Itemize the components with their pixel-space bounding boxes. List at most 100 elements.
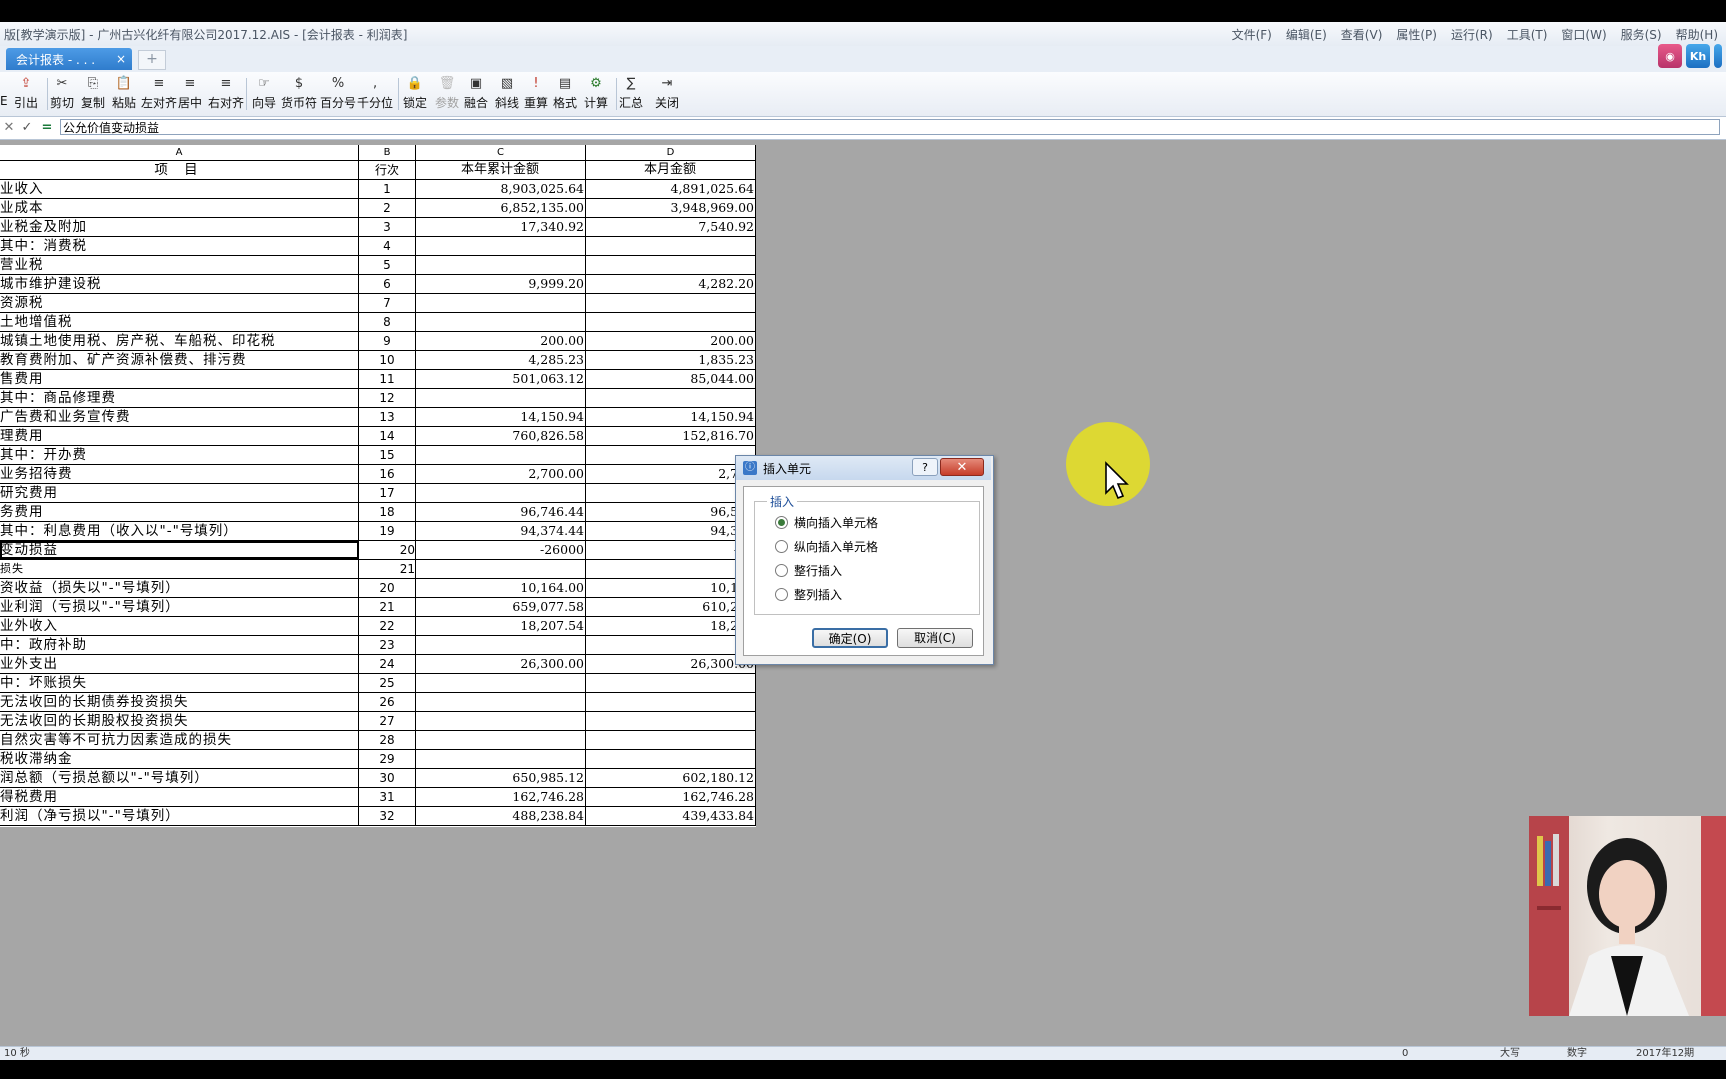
cell-a[interactable]: 土地增值税 xyxy=(0,313,359,331)
cell-d[interactable] xyxy=(586,560,756,578)
cell-c[interactable] xyxy=(416,256,586,274)
cell-c[interactable] xyxy=(416,389,586,407)
toolbar-button-summary[interactable]: ∑ 汇总 xyxy=(619,74,643,114)
cell-a[interactable]: 变动损益 xyxy=(0,541,359,559)
cell-d[interactable]: 18,207 xyxy=(586,617,756,635)
radio-insert-row[interactable]: 整行插入 xyxy=(775,561,842,579)
toolbar-button-lock[interactable]: 🔒 锁定 xyxy=(403,74,427,114)
cell-b[interactable]: 32 xyxy=(359,807,416,825)
confirm-edit-icon[interactable]: ✓ xyxy=(18,119,36,137)
cell-a[interactable]: 无法收回的长期股权投资损失 xyxy=(0,712,359,730)
radio-insert-column[interactable]: 整列插入 xyxy=(775,585,842,603)
tab-accounting-report[interactable]: 会计报表 - . . . × xyxy=(6,48,132,70)
cell-c[interactable] xyxy=(416,712,586,730)
cell-d[interactable] xyxy=(586,446,756,464)
cell-b[interactable]: 2 xyxy=(359,199,416,217)
cell-c[interactable]: 650,985.12 xyxy=(416,769,586,787)
radio-unchecked-icon[interactable] xyxy=(775,587,788,601)
cell-a[interactable]: 中：坏账损失 xyxy=(0,674,359,692)
toolbar-button-align-center[interactable]: ≡ 居中 xyxy=(178,74,202,114)
cell-d[interactable] xyxy=(586,256,756,274)
cell-d[interactable] xyxy=(586,389,756,407)
cell-c[interactable]: 659,077.58 xyxy=(416,598,586,616)
toolbar-button-thousands[interactable]: , 千分位 xyxy=(357,74,393,114)
cell-a[interactable]: 城镇土地使用税、房产税、车船税、印花税 xyxy=(0,332,359,350)
cell-c[interactable]: 760,826.58 xyxy=(416,427,586,445)
header-ytd[interactable]: 本年累计金额 xyxy=(416,161,586,179)
cell-c[interactable]: 2,700.00 xyxy=(416,465,586,483)
cell-b[interactable]: 21 xyxy=(359,598,416,616)
column-header-c[interactable]: C xyxy=(416,145,586,161)
cell-a[interactable]: 得税费用 xyxy=(0,788,359,806)
cell-a[interactable]: 业外收入 xyxy=(0,617,359,635)
cell-a[interactable]: 业利润（亏损以"-"号填列） xyxy=(0,598,359,616)
cell-a[interactable]: 其中：商品修理费 xyxy=(0,389,359,407)
toolbar-button-align-right[interactable]: ≡ 右对齐 xyxy=(208,74,244,114)
cell-c[interactable] xyxy=(416,674,586,692)
toolbar-button-close[interactable]: ⇥ 关闭 xyxy=(655,74,679,114)
cell-c[interactable]: 17,340.92 xyxy=(416,218,586,236)
cell-c[interactable]: 162,746.28 xyxy=(416,788,586,806)
app-icon-1[interactable]: ◉ xyxy=(1658,44,1682,68)
cell-a[interactable]: 业务招待费 xyxy=(0,465,359,483)
cell-d[interactable]: 2,700 xyxy=(586,465,756,483)
cell-c[interactable]: -26000 xyxy=(416,541,586,559)
toolbar-button-calculate[interactable]: ⚙ 计算 xyxy=(584,74,608,114)
cell-b[interactable]: 8 xyxy=(359,313,416,331)
cell-a[interactable]: 业外支出 xyxy=(0,655,359,673)
cell-d[interactable]: 602,180.12 xyxy=(586,769,756,787)
radio-vertical-insert[interactable]: 纵向插入单元格 xyxy=(775,537,878,555)
cell-c[interactable] xyxy=(416,294,586,312)
toolbar-button-export[interactable]: ⇪ 引出 xyxy=(14,74,38,114)
cell-a[interactable]: 资收益（损失以"-"号填列） xyxy=(0,579,359,597)
cell-d[interactable] xyxy=(586,731,756,749)
cell-a[interactable]: 税收滞纳金 xyxy=(0,750,359,768)
cell-d[interactable] xyxy=(586,313,756,331)
cell-b[interactable]: 31 xyxy=(359,788,416,806)
header-month[interactable]: 本月金额 xyxy=(586,161,756,179)
cell-a[interactable]: 其中：开办费 xyxy=(0,446,359,464)
cell-b[interactable]: 5 xyxy=(359,256,416,274)
cell-c[interactable]: 94,374.44 xyxy=(416,522,586,540)
cancel-button[interactable]: 取消(C) xyxy=(897,628,973,648)
cell-b[interactable]: 28 xyxy=(359,731,416,749)
menu-item[interactable]: 帮助(H) xyxy=(1676,26,1718,43)
cell-d[interactable] xyxy=(586,712,756,730)
cell-b[interactable]: 29 xyxy=(359,750,416,768)
cell-a[interactable]: 其中：利息费用（收入以"-"号填列） xyxy=(0,522,359,540)
cell-a[interactable]: 城市维护建设税 xyxy=(0,275,359,293)
cell-b[interactable]: 12 xyxy=(359,389,416,407)
menu-item[interactable]: 服务(S) xyxy=(1621,26,1662,43)
menu-item[interactable]: 窗口(W) xyxy=(1561,26,1606,43)
cell-b[interactable]: 13 xyxy=(359,408,416,426)
cell-b[interactable]: 6 xyxy=(359,275,416,293)
cell-a[interactable]: 润总额（亏损总额以"-"号填列） xyxy=(0,769,359,787)
cell-a[interactable]: 营业税 xyxy=(0,256,359,274)
cell-d[interactable]: 152,816.70 xyxy=(586,427,756,445)
cell-c[interactable] xyxy=(416,636,586,654)
toolbar-button-paste[interactable]: 📋 粘贴 xyxy=(112,74,136,114)
cell-b[interactable]: 3 xyxy=(359,218,416,236)
cell-b[interactable]: 9 xyxy=(359,332,416,350)
cell-c[interactable]: 9,999.20 xyxy=(416,275,586,293)
menu-item[interactable]: 查看(V) xyxy=(1341,26,1383,43)
cell-a[interactable]: 中：政府补助 xyxy=(0,636,359,654)
menu-item[interactable]: 工具(T) xyxy=(1507,26,1548,43)
cell-d[interactable]: 14,150.94 xyxy=(586,408,756,426)
cell-c[interactable] xyxy=(416,731,586,749)
toolbar-button-copy[interactable]: ⎘ 复制 xyxy=(81,74,105,114)
cell-c[interactable]: 6,852,135.00 xyxy=(416,199,586,217)
add-tab-button[interactable]: + xyxy=(138,50,166,70)
column-header-b[interactable]: B xyxy=(359,145,416,161)
cell-b[interactable]: 15 xyxy=(359,446,416,464)
cell-d[interactable]: 610,272 xyxy=(586,598,756,616)
cell-a[interactable]: 教育费附加、矿产资源补偿费、排污费 xyxy=(0,351,359,369)
cell-a[interactable]: 损失 xyxy=(0,560,359,578)
cell-b[interactable]: 10 xyxy=(359,351,416,369)
menu-item[interactable]: 运行(R) xyxy=(1451,26,1493,43)
cell-a[interactable]: 研究费用 xyxy=(0,484,359,502)
cell-a[interactable]: 业成本 xyxy=(0,199,359,217)
cell-a[interactable]: 利润（净亏损以"-"号填列） xyxy=(0,807,359,825)
cell-d[interactable]: 96,546 xyxy=(586,503,756,521)
cell-b[interactable]: 14 xyxy=(359,427,416,445)
